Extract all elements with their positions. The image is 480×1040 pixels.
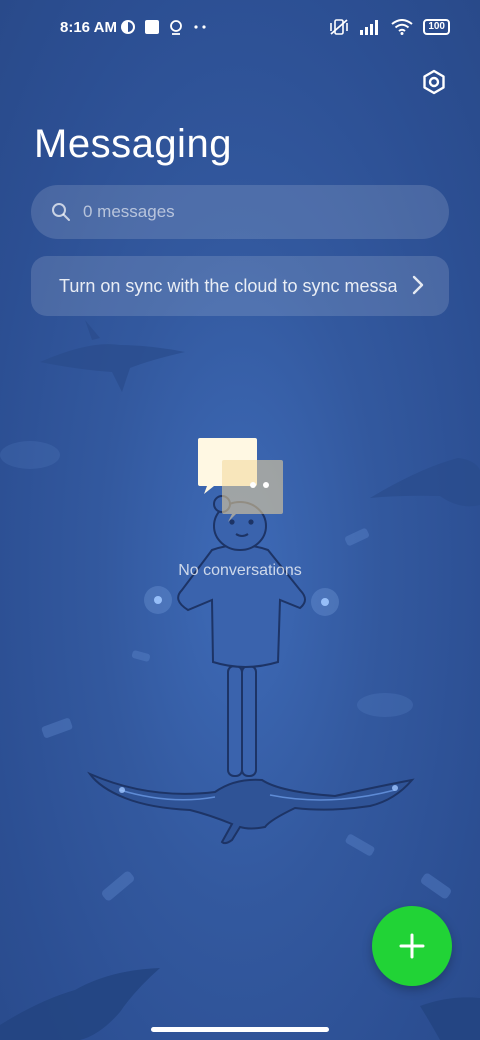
app-notification-icon — [121, 20, 135, 34]
square-notification-icon — [145, 20, 159, 34]
search-placeholder: 0 messages — [83, 202, 175, 221]
status-bar: 8:16 AM 100 — [0, 0, 480, 56]
character — [177, 495, 306, 777]
plus-icon — [399, 933, 425, 959]
page-title: Messaging — [34, 122, 232, 166]
sync-banner-text: Turn on sync with the cloud to sync mess… — [59, 276, 397, 296]
search-bar[interactable]: 0 messages — [31, 185, 449, 239]
chevron-right-icon — [412, 275, 424, 295]
battery-indicator: 100 — [423, 19, 450, 35]
status-right-icons: 100 — [329, 18, 450, 36]
background-manta-right — [370, 458, 480, 507]
empty-state-text: No conversations — [178, 562, 302, 579]
chat-bubbles — [198, 438, 283, 522]
signal-icon — [360, 20, 379, 35]
settings-icon — [423, 69, 445, 95]
background-manta-bottom-right — [420, 997, 480, 1040]
search-icon — [52, 203, 70, 221]
status-time: 8:16 AM — [60, 19, 117, 36]
location-notification-icon — [170, 20, 182, 35]
more-notifications-icon — [194, 25, 206, 29]
wifi-icon — [391, 19, 413, 35]
status-left-icons — [120, 19, 208, 35]
manta-ray — [87, 771, 415, 845]
background-manta-top-left — [40, 320, 185, 392]
vibrate-off-icon — [330, 19, 349, 35]
background-manta-bottom-left — [0, 968, 160, 1040]
home-indicator[interactable] — [151, 1027, 329, 1032]
settings-button[interactable] — [418, 66, 450, 98]
new-message-button[interactable] — [372, 906, 452, 986]
